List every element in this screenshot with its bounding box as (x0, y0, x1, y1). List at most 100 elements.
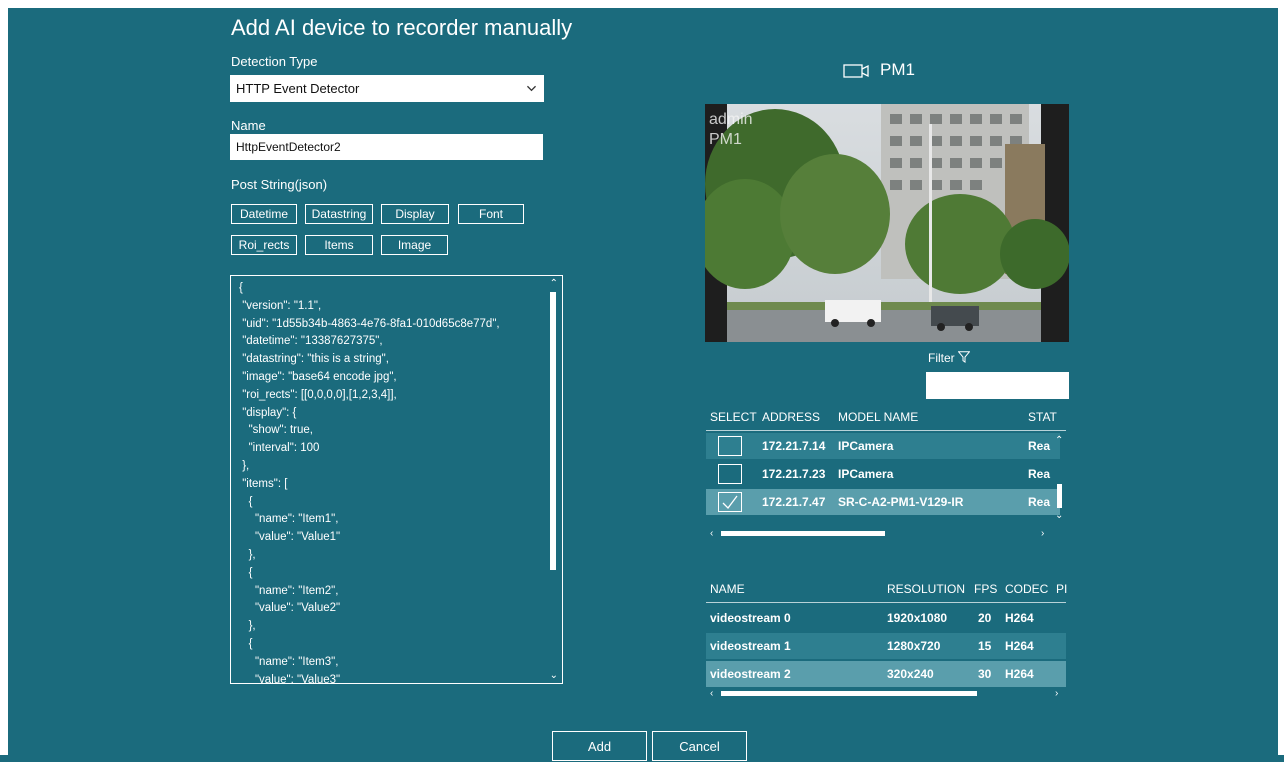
device-checkbox[interactable] (718, 492, 742, 512)
stream-col-header-codec[interactable]: CODEC (1005, 582, 1048, 596)
device-row[interactable]: 172.21.7.23 IPCamera Rea (706, 461, 1060, 487)
scroll-up-icon[interactable]: ⌃ (550, 279, 558, 289)
device-checkbox[interactable] (718, 436, 742, 456)
stream-fps: 15 (978, 639, 992, 653)
json-line: { (239, 637, 253, 650)
device-status: Rea (1028, 495, 1051, 509)
json-line: "display": { (239, 406, 297, 419)
json-line: { (239, 282, 243, 294)
json-line: "image": "base64 encode jpg", (239, 370, 397, 383)
json-lines: { "version": "1.1", "uid": "1d55b34b-486… (239, 280, 500, 684)
filter-input[interactable] (926, 372, 1069, 399)
dialog-title: Add AI device to recorder manually (231, 15, 573, 40)
col-header-address[interactable]: ADDRESS (762, 410, 820, 424)
devices-header-divider (706, 430, 1066, 431)
devices-scroll-left-icon[interactable]: ‹ (710, 529, 713, 539)
json-line: "name": "Item2", (239, 584, 339, 597)
streams-scroll-left-icon[interactable]: ‹ (710, 689, 713, 699)
overlay-cam-text: PM1 (709, 131, 742, 148)
json-line: "uid": "1d55b34b-4863-4e76-8fa1-010d65c8… (239, 317, 500, 330)
left-window-edge (0, 8, 8, 755)
tag-items-button[interactable]: Items (305, 235, 373, 255)
device-status: Rea (1028, 439, 1051, 453)
preview-image: admin PM1 (705, 104, 1069, 342)
stream-fps: 20 (978, 611, 992, 625)
stream-col-header-name[interactable]: NAME (710, 582, 745, 596)
filter-label: Filter (928, 351, 971, 365)
streams-hscroll-thumb[interactable] (721, 691, 977, 696)
json-line: "version": "1.1", (239, 299, 322, 312)
col-header-select[interactable]: SELECT (710, 410, 757, 424)
col-header-model[interactable]: MODEL NAME (838, 410, 918, 424)
stream-row[interactable]: videostream 0 1920x1080 20 H264 (706, 605, 1066, 631)
tag-datetime-button[interactable]: Datetime (231, 204, 297, 224)
stream-resolution: 1920x1080 (887, 611, 948, 625)
stream-codec: H264 (1005, 611, 1034, 625)
stream-resolution: 320x240 (887, 667, 934, 681)
stream-row[interactable]: videostream 2 320x240 30 H264 (706, 661, 1066, 687)
post-string-label: Post String(json) (231, 177, 328, 192)
json-line: "value": "Value1" (239, 531, 341, 544)
add-button[interactable]: Add (552, 731, 647, 761)
top-window-edge (0, 0, 1284, 8)
json-line: { (239, 566, 253, 579)
stream-col-header-resolution[interactable]: RESOLUTION (887, 582, 965, 596)
name-input[interactable]: HttpEventDetector2 (230, 134, 543, 160)
devices-vscroll-thumb[interactable] (1057, 484, 1062, 508)
overlay-user-text: admin (709, 111, 753, 128)
device-checkbox[interactable] (718, 464, 742, 484)
camera-preview: admin PM1 (705, 104, 1069, 342)
checkmark-icon (722, 495, 738, 509)
tag-datastring-button[interactable]: Datastring (305, 204, 373, 224)
devices-scroll-right-icon[interactable]: › (1041, 529, 1044, 539)
scroll-down-icon[interactable]: ⌄ (550, 671, 558, 681)
detection-type-value: HTTP Event Detector (236, 81, 360, 96)
json-scroll-thumb[interactable] (550, 292, 556, 570)
stream-name: videostream 1 (710, 639, 791, 653)
tag-roi-rects-button[interactable]: Roi_rects (231, 235, 297, 255)
json-line: "name": "Item3", (239, 655, 339, 668)
json-line: }, (239, 548, 256, 561)
name-label: Name (231, 118, 266, 133)
device-address: 172.21.7.23 (762, 467, 826, 481)
stream-col-header-pi[interactable]: PI (1056, 582, 1068, 596)
json-line: "value": "Value3" (239, 673, 341, 684)
device-model: SR-C-A2-PM1-V129-IR (838, 495, 964, 509)
camera-icon (843, 64, 869, 78)
stream-row[interactable]: videostream 1 1280x720 15 H264 (706, 633, 1066, 659)
json-line: }, (239, 620, 256, 633)
device-row[interactable]: 172.21.7.14 IPCamera Rea (706, 433, 1060, 459)
device-address: 172.21.7.47 (762, 495, 826, 509)
tag-image-button[interactable]: Image (381, 235, 448, 255)
json-line: "value": "Value2" (239, 602, 341, 615)
stream-name: videostream 2 (710, 667, 791, 681)
tag-display-button[interactable]: Display (381, 204, 449, 224)
device-model: IPCamera (838, 439, 894, 453)
json-line: "roi_rects": [[0,0,0,0],[1,2,3,4]], (239, 388, 397, 401)
stream-codec: H264 (1005, 667, 1034, 681)
json-line: "show": true, (239, 424, 313, 437)
devices-hscroll-thumb[interactable] (721, 531, 885, 536)
stream-resolution: 1280x720 (887, 639, 941, 653)
device-row[interactable]: 172.21.7.47 SR-C-A2-PM1-V129-IR Rea (706, 489, 1060, 515)
chevron-down-icon (527, 85, 536, 92)
devices-scroll-down-icon[interactable]: ⌄ (1055, 511, 1063, 521)
detection-type-select[interactable]: HTTP Event Detector (230, 75, 544, 102)
cancel-button[interactable]: Cancel (652, 731, 747, 761)
tag-font-button[interactable]: Font (458, 204, 524, 224)
camera-name: PM1 (880, 60, 915, 79)
device-status: Rea (1028, 467, 1051, 481)
devices-scroll-up-icon[interactable]: ⌃ (1055, 436, 1063, 446)
json-line: }, (239, 459, 250, 472)
stream-fps: 30 (978, 667, 992, 681)
device-address: 172.21.7.14 (762, 439, 826, 453)
right-window-edge (1278, 8, 1284, 755)
filter-icon (957, 351, 971, 363)
stream-col-header-fps[interactable]: FPS (974, 582, 997, 596)
col-header-status[interactable]: STAT (1028, 410, 1060, 424)
streams-scroll-right-icon[interactable]: › (1055, 689, 1058, 699)
json-line: "name": "Item1", (239, 513, 339, 526)
post-json-textarea[interactable]: { "version": "1.1", "uid": "1d55b34b-486… (230, 275, 563, 684)
stream-codec: H264 (1005, 639, 1034, 653)
stream-name: videostream 0 (710, 611, 791, 625)
